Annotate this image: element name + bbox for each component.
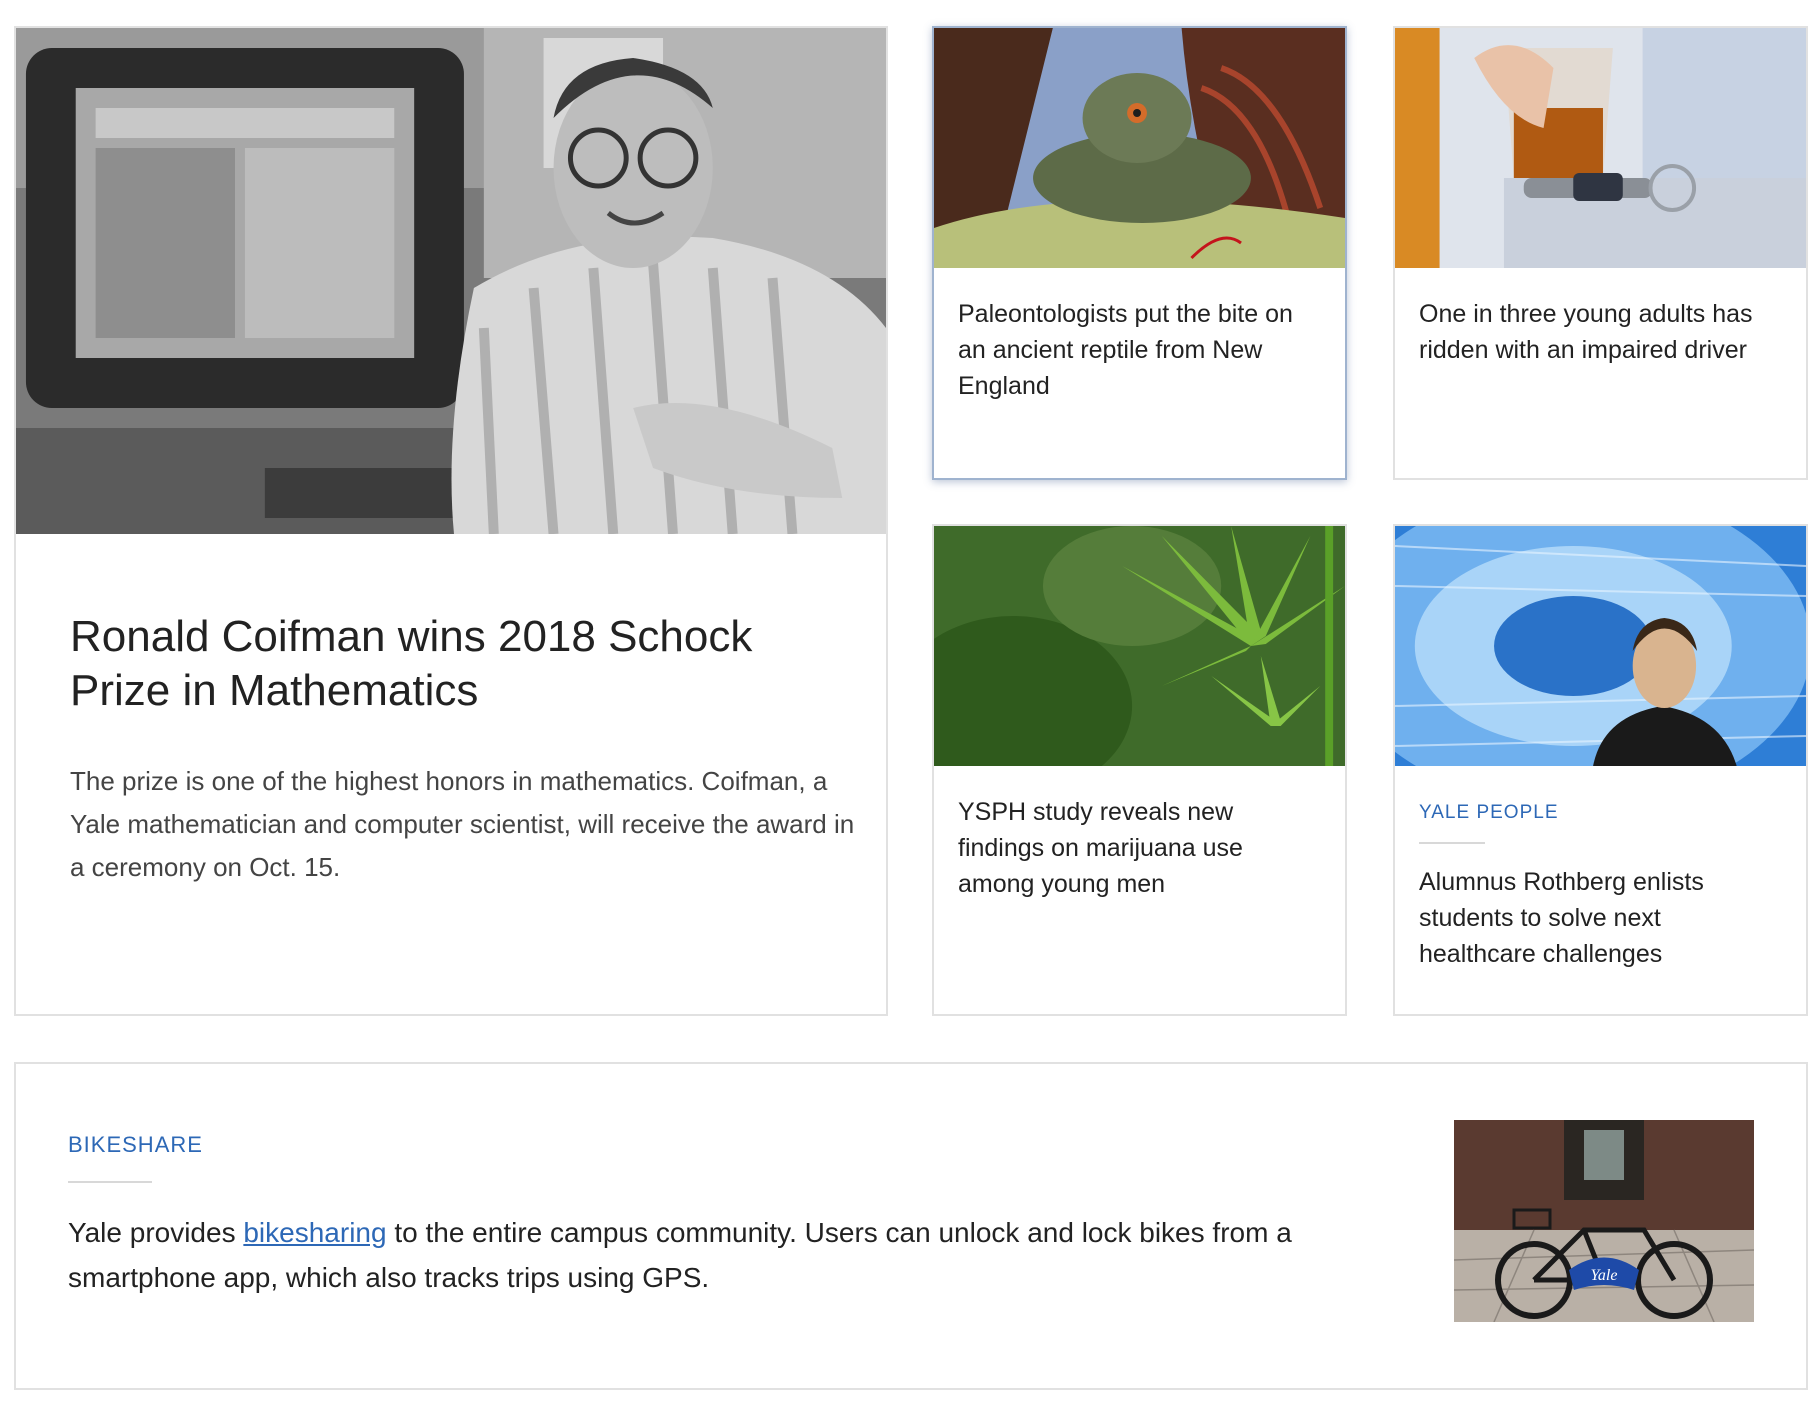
story-card-impaired-driver[interactable]: One in three young adults has ridden wit… bbox=[1393, 26, 1808, 480]
story-card-image[interactable] bbox=[934, 28, 1345, 268]
story-card-image[interactable] bbox=[1395, 28, 1806, 268]
bikesharing-link[interactable]: bikesharing bbox=[243, 1217, 386, 1248]
story-card-title[interactable]: One in three young adults has ridden wit… bbox=[1419, 296, 1782, 368]
feature-story-card[interactable]: Ronald Coifman wins 2018 Schock Prize in… bbox=[14, 26, 888, 1016]
story-card-image[interactable] bbox=[934, 526, 1345, 766]
bike-yale-label: Yale bbox=[1591, 1267, 1618, 1284]
bikeshare-image[interactable]: Yale bbox=[1454, 1120, 1754, 1322]
story-card-rothberg[interactable]: YALE PEOPLE Alumnus Rothberg enlists stu… bbox=[1393, 524, 1808, 1016]
feature-story-image[interactable] bbox=[16, 28, 886, 534]
bikeshare-text-before: Yale provides bbox=[68, 1217, 244, 1248]
story-card-title[interactable]: Paleontologists put the bite on an ancie… bbox=[958, 296, 1321, 404]
story-card-title[interactable]: YSPH study reveals new findings on marij… bbox=[958, 794, 1321, 902]
story-card-marijuana-study[interactable]: YSPH study reveals new findings on marij… bbox=[932, 524, 1347, 1016]
feature-story-title[interactable]: Ronald Coifman wins 2018 Schock Prize in… bbox=[70, 610, 830, 718]
story-card-paleontologists[interactable]: Paleontologists put the bite on an ancie… bbox=[932, 26, 1347, 480]
kicker-divider bbox=[1419, 842, 1485, 844]
story-card-kicker[interactable]: YALE PEOPLE bbox=[1419, 802, 1559, 824]
kicker-divider bbox=[68, 1181, 152, 1183]
bikeshare-description: Yale provides bikesharing to the entire … bbox=[68, 1210, 1308, 1300]
feature-story-summary: The prize is one of the highest honors i… bbox=[70, 766, 855, 882]
story-card-title[interactable]: Alumnus Rothberg enlists students to sol… bbox=[1419, 864, 1782, 972]
bikeshare-kicker[interactable]: BIKESHARE bbox=[68, 1132, 203, 1158]
story-card-image[interactable] bbox=[1395, 526, 1806, 766]
